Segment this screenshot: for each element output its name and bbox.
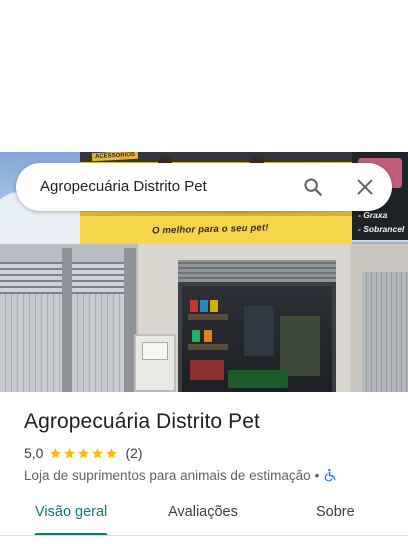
star-icon (92, 447, 104, 458)
rating-stars (49, 447, 119, 460)
close-icon[interactable] (354, 176, 376, 198)
search-bar[interactable]: Agropecuária Distrito Pet (16, 163, 392, 211)
tabs-divider (0, 535, 408, 536)
rating-row[interactable]: 5,0 (2) (24, 444, 143, 462)
banner-slogan: O melhor para o seu pet! (151, 222, 269, 237)
star-icon (78, 447, 90, 458)
place-name: Agropecuária Distrito Pet (24, 410, 260, 433)
tab-reviews[interactable]: Avaliações (168, 504, 238, 520)
product (228, 370, 288, 388)
storefront-main-banner: O melhor para o seu pet! (80, 214, 352, 244)
search-input[interactable]: Agropecuária Distrito Pet (40, 178, 207, 195)
product (200, 300, 208, 312)
tab-overview[interactable]: Visão geral (35, 504, 107, 520)
review-count[interactable]: (2) (125, 445, 142, 461)
product (190, 360, 224, 380)
star-icon (106, 447, 118, 458)
meter-box (134, 334, 176, 392)
product (244, 306, 274, 356)
category-row: Loja de suprimentos para animais de esti… (24, 466, 337, 484)
meter-box-window (142, 342, 168, 360)
place-category[interactable]: Loja de suprimentos para animais de esti… (24, 468, 311, 483)
rolled-shutter (178, 260, 336, 282)
side-sign-line: - Graxa (358, 210, 388, 220)
store-interior (182, 286, 332, 392)
side-sign-line: - Sobrancel (358, 224, 405, 234)
shelf (188, 344, 228, 350)
search-icon[interactable] (302, 176, 324, 198)
tab-about[interactable]: Sobre (316, 504, 355, 520)
product (280, 316, 320, 376)
shelf (188, 314, 228, 320)
product (210, 300, 218, 312)
product (204, 330, 212, 342)
star-icon (64, 447, 76, 458)
product (190, 300, 198, 312)
star-icon (50, 447, 62, 458)
category-separator: • (314, 467, 320, 483)
product (192, 330, 200, 342)
pillar (62, 248, 72, 392)
place-tabs: Visão geral Avaliações Sobre (0, 494, 408, 536)
right-shutter (362, 272, 408, 392)
rating-value: 5,0 (24, 445, 44, 461)
wheelchair-icon (325, 468, 336, 482)
